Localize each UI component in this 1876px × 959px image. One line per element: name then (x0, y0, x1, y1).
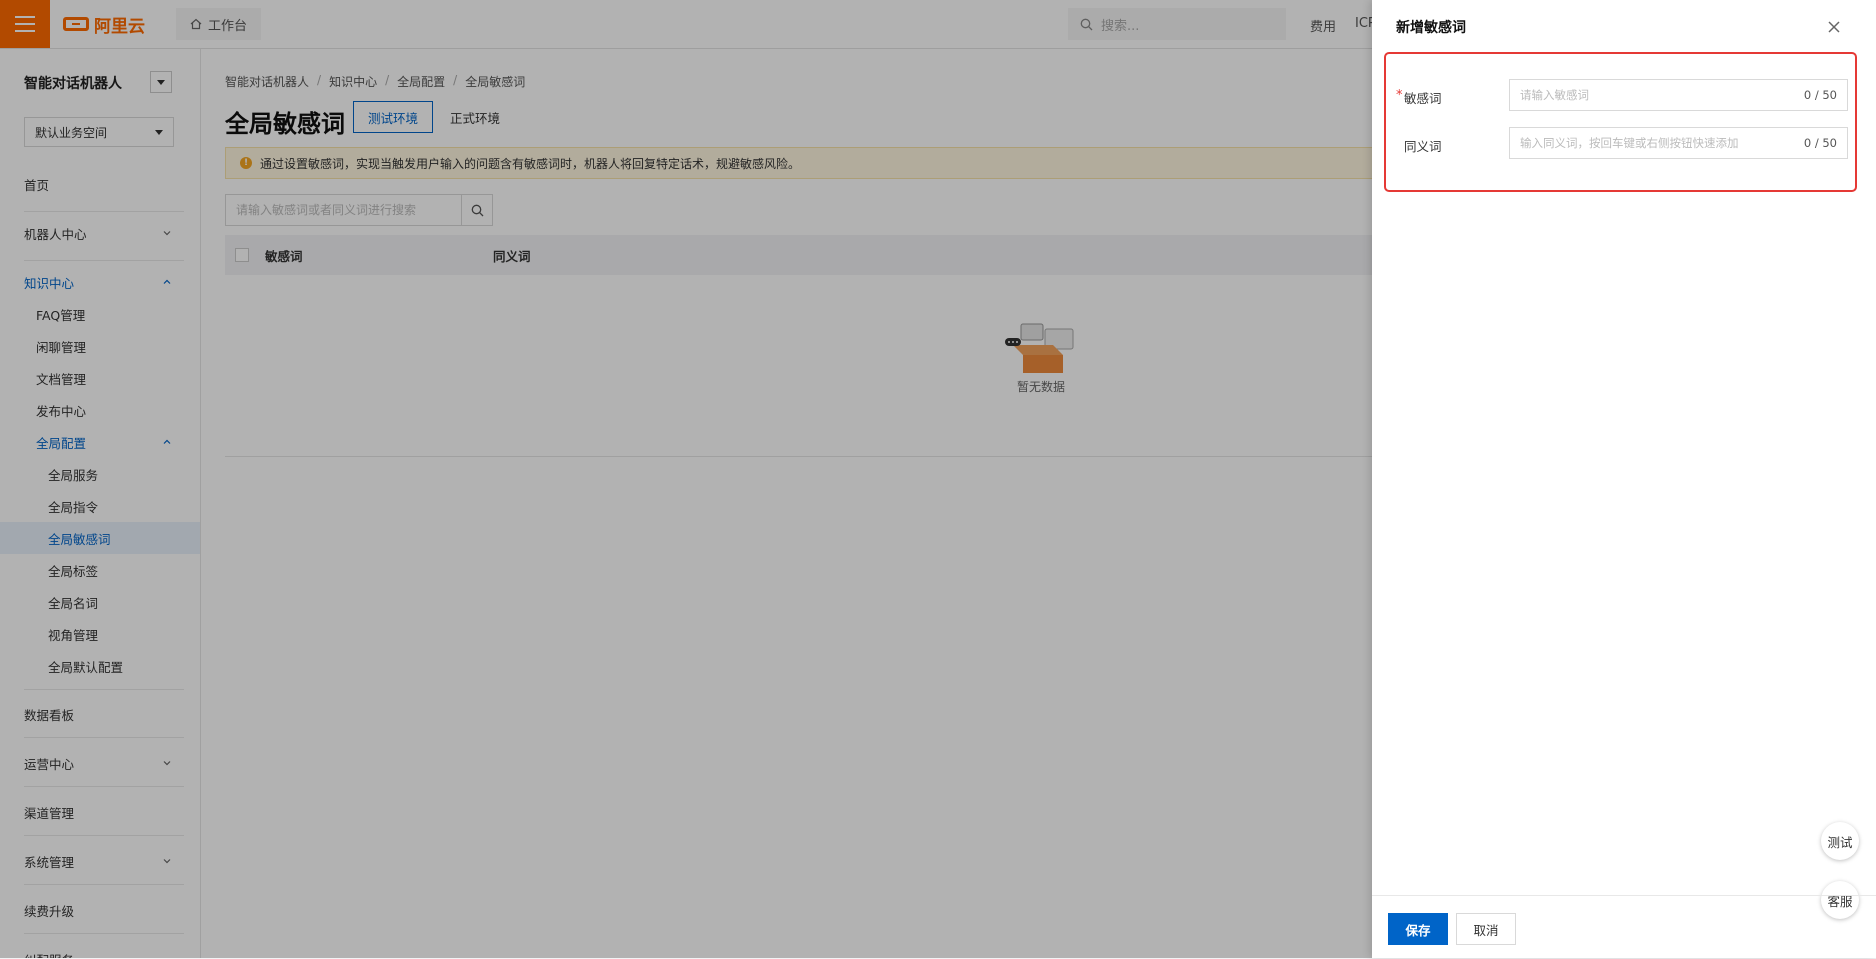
sensitive-word-input[interactable]: 请输入敏感词 0 / 50 (1509, 79, 1848, 111)
save-button[interactable]: 保存 (1388, 913, 1448, 945)
close-icon[interactable] (1825, 18, 1843, 36)
synonym-input[interactable]: 输入同义词，按回车键或右侧按钮快速添加 0 / 50 (1509, 127, 1848, 159)
cancel-button[interactable]: 取消 (1456, 913, 1516, 945)
required-mark: * (1396, 88, 1403, 103)
highlight-box (1384, 52, 1857, 192)
input-placeholder: 请输入敏感词 (1520, 88, 1589, 102)
input-placeholder: 输入同义词，按回车键或右侧按钮快速添加 (1520, 136, 1739, 150)
char-counter: 0 / 50 (1803, 88, 1837, 102)
drawer-footer: 保存 取消 (1372, 895, 1876, 959)
field-label-sensitive-word: 敏感词 (1404, 91, 1442, 106)
drawer-title: 新增敏感词 (1396, 20, 1466, 36)
test-float-button[interactable]: 测试 (1821, 822, 1859, 860)
char-counter: 0 / 50 (1803, 136, 1837, 150)
field-label-synonym: 同义词 (1404, 139, 1442, 154)
add-sensitive-word-drawer: 新增敏感词 * 敏感词 请输入敏感词 0 / 50 同义词 输入同义词，按回车键… (1372, 0, 1876, 958)
